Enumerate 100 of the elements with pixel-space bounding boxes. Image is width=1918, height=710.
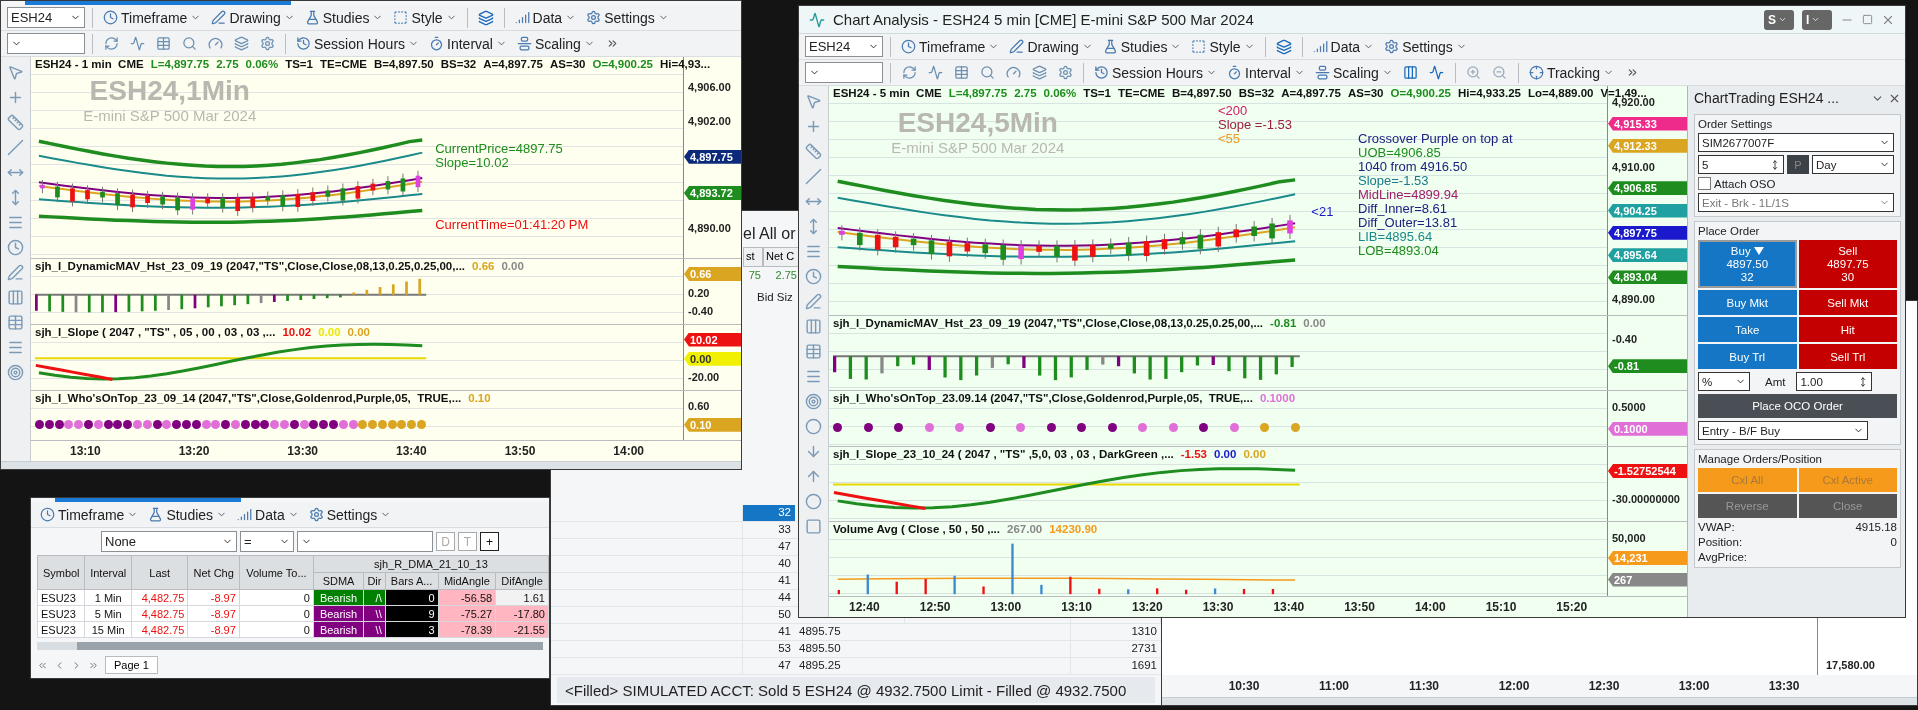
filter-select[interactable]: = [240, 531, 294, 552]
indicator-value: 0.00 [1243, 448, 1266, 461]
indicator-value: 0.66 [472, 260, 495, 273]
indicator-value: TE=CME [1117, 87, 1165, 99]
menu-button[interactable]: Studies [301, 6, 387, 29]
ladder-cell[interactable]: 40 [743, 556, 795, 572]
place-oco-button[interactable]: Place OCO Order [1698, 394, 1897, 418]
menu-button[interactable]: Settings [1381, 35, 1470, 58]
chart-annotation: LOB=4893.04 [1358, 243, 1440, 258]
buy-button[interactable]: Buy 4897.50 32 [1698, 240, 1797, 288]
amount-field[interactable]: 1.00 [1796, 372, 1873, 391]
menu-button[interactable]: Studies [145, 503, 231, 526]
order-button[interactable]: Buy Mkt [1698, 290, 1797, 315]
menu-button[interactable]: Timeframe [898, 35, 1003, 58]
sell-button[interactable]: Sell 4897.75 30 [1798, 240, 1897, 288]
menu-button[interactable]: Scaling [513, 32, 598, 55]
filter-button[interactable]: + [480, 532, 499, 551]
page-tab[interactable]: Page 1 [105, 656, 158, 674]
chart-annotation: MidLine=4899.94 [1358, 187, 1460, 202]
menu-button[interactable]: Studies [1099, 35, 1185, 58]
ladder-cell[interactable]: 32 [743, 505, 795, 521]
menu-button[interactable]: Data [1309, 35, 1378, 58]
ladder-volume: 1691 [1130, 658, 1158, 673]
axis-label: -0.40 [687, 304, 715, 317]
ladder-cell[interactable]: 41 [743, 573, 795, 589]
axis-label: 4,910.00 [1611, 161, 1656, 174]
menu-button[interactable]: Timeframe [37, 503, 142, 526]
indicator-title: sjh_I_Who'sOnTop_23.09.14 (2047,"TS",Close,Goldenrod,Purple,05, TRUE,... [833, 391, 1253, 404]
ladder-cell[interactable]: 53 [743, 641, 795, 657]
price-marker: 4,893.72 [684, 185, 741, 200]
strategy-select[interactable]: Exit - Brk - 1L/1S [1698, 193, 1894, 212]
chart-annotation: LIB=4895.64 [1358, 229, 1433, 244]
indicator-value: 2.75 [216, 58, 239, 70]
time-label: 11:00 [1318, 679, 1350, 693]
title-bar-button[interactable]: S [1764, 9, 1794, 30]
menu-button[interactable]: Settings [305, 503, 395, 526]
indicator-value: 2.75 [1014, 87, 1037, 99]
entry-select[interactable]: Entry - B/F Buy [1698, 421, 1868, 440]
quote-value: 2.75 [774, 268, 798, 283]
menu-button[interactable]: Interval [1224, 61, 1308, 84]
order-button[interactable]: Take [1698, 317, 1797, 342]
axis-label: 0.60 [687, 399, 711, 412]
menu-button[interactable]: Settings [583, 6, 672, 29]
menu-button[interactable]: Tracking [1525, 61, 1618, 84]
chart-annotation: <55 [1218, 132, 1241, 147]
indicator-value: Hi=4,93... [659, 58, 711, 70]
indicator-title: sjh_I_Slope ( 2047 , "TS" , 05 , 00 , 03 , 03 ,... [35, 326, 276, 339]
order-button[interactable]: Sell Trl [1798, 344, 1897, 369]
menu-button[interactable]: Drawing [208, 6, 298, 29]
menu-button[interactable]: Timeframe [100, 6, 205, 29]
axis-label: -20.00 [687, 371, 721, 384]
ladder-cell[interactable]: 41 [743, 624, 795, 640]
indicator-value: TS=1 [1083, 87, 1111, 99]
title-bar-button[interactable]: I [1802, 9, 1832, 30]
indicator-title: sjh_I_DynamicMAV_Hst_23_09_19 (2047,"TS",Close,Close,08,13,0.25,0.25,00,... [35, 260, 466, 273]
column-header: Bid Siz [757, 291, 793, 303]
chart-annotation: <21 [1311, 205, 1334, 220]
offset-type-select[interactable]: % [1698, 372, 1750, 391]
indicator-value: AS=30 [550, 58, 586, 70]
axis-label: 4,906.00 [687, 81, 732, 94]
tif-select[interactable]: Day [1812, 155, 1894, 174]
symbol-selector[interactable]: ESH24 [805, 36, 883, 57]
menu-button[interactable]: Session Hours [1091, 61, 1221, 84]
chart-annotation: Diff_Outer=13.81 [1358, 215, 1459, 230]
indicator-value: O=4,900.25 [592, 58, 653, 70]
order-button[interactable]: Hit [1798, 317, 1897, 342]
ladder-cell[interactable]: 50 [743, 607, 795, 623]
time-label: 12:00 [1497, 679, 1531, 693]
filter-select[interactable]: None [101, 531, 237, 552]
order-button[interactable]: Sell Mkt [1798, 290, 1897, 315]
indicator-title: sjh_I_Who'sOnTop_23_09_14 (2047,"TS",Close,Goldenrod,Purple,05, TRUE,... [35, 392, 462, 405]
menu-button[interactable]: Style [1188, 35, 1258, 58]
ladder-cell[interactable]: 33 [743, 522, 795, 538]
time-label: 14:00 [1414, 600, 1446, 614]
ladder-cell[interactable]: 47 [743, 658, 795, 674]
menu-button[interactable]: Data [234, 503, 302, 526]
menu-button[interactable]: Style [390, 6, 460, 29]
menu-button[interactable]: Scaling [1311, 61, 1396, 84]
stat-label: Position: [1698, 536, 1743, 548]
axis-label: 0.20 [687, 286, 711, 299]
time-label: 13:40 [1273, 600, 1305, 614]
price-marker: 4,915.33 [1608, 116, 1687, 131]
menu-button[interactable]: Drawing [1006, 35, 1096, 58]
account-select[interactable]: SIM2677007F [1698, 133, 1894, 152]
ladder-cell[interactable]: 44 [743, 590, 795, 606]
menu-button[interactable]: Session Hours [293, 32, 423, 55]
indicator-value: Hi=4,933.25 [1457, 87, 1521, 99]
ladder-cell[interactable]: 47 [743, 539, 795, 555]
price-marker: 0.00 [684, 351, 741, 366]
symbol-selector[interactable]: ESH24 [7, 7, 85, 28]
menu-button[interactable]: Interval [426, 32, 510, 55]
checkbox-label: Attach OSO [1714, 177, 1776, 190]
time-label: 13:30 [287, 444, 319, 458]
price-marker: 4,906.85 [1608, 181, 1687, 196]
indicator-value: Lo=4,889.00 [1527, 87, 1594, 99]
axis-label: 4,890.00 [687, 222, 732, 235]
order-button[interactable]: Buy Trl [1698, 344, 1797, 369]
time-label: 14:00 [613, 444, 645, 458]
quantity-field[interactable]: 5 [1698, 155, 1784, 174]
menu-button[interactable]: Data [511, 6, 580, 29]
